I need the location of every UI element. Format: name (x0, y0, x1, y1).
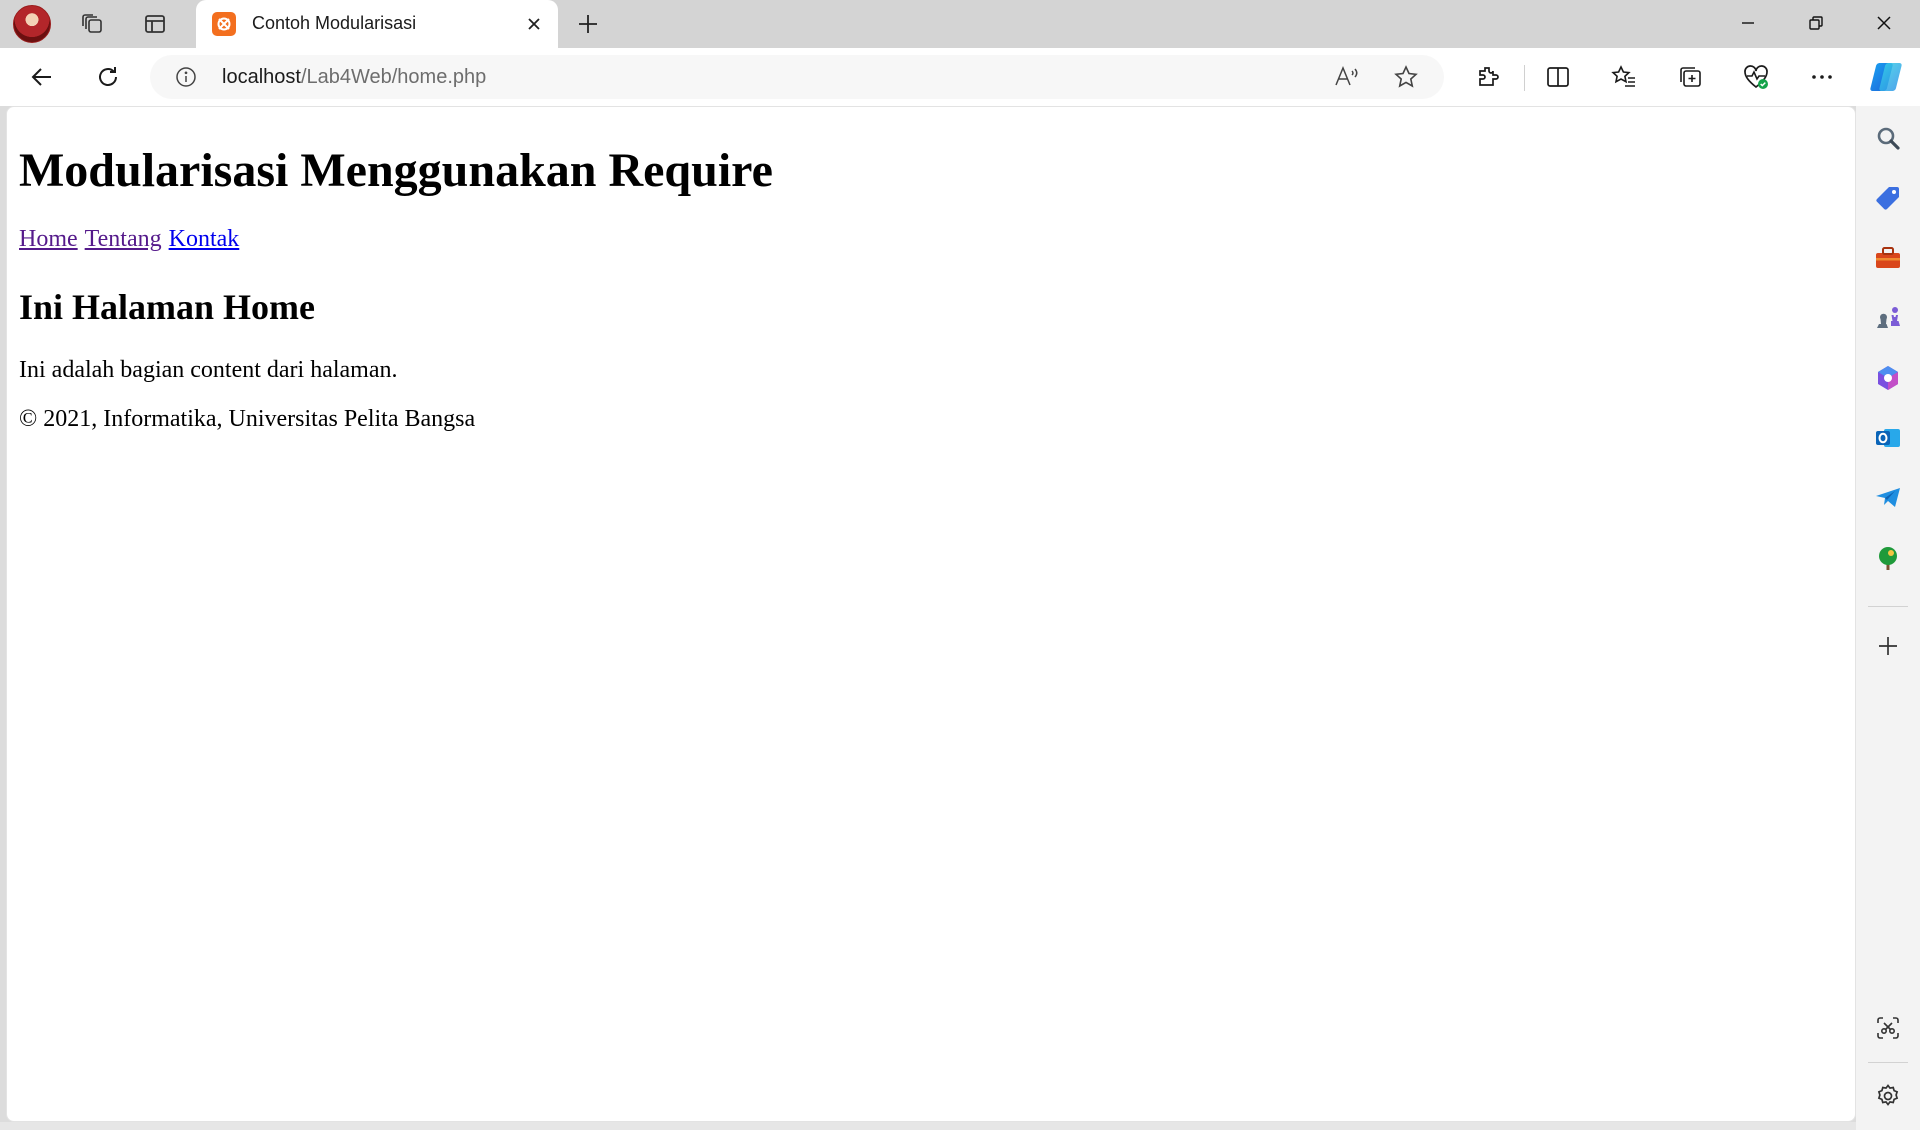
sidebar-microsoft-365-button[interactable] (1868, 358, 1908, 398)
page-body: Modularisasi Menggunakan Require Home Te… (7, 107, 1855, 433)
web-page-viewport: Modularisasi Menggunakan Require Home Te… (6, 106, 1856, 1122)
read-aloud-button[interactable] (1330, 61, 1362, 93)
tab-strip: Contoh Modularisasi (0, 0, 1920, 48)
sidebar-separator (1868, 1062, 1908, 1063)
tree-icon (1879, 547, 1897, 570)
sidebar-tools-button[interactable] (1868, 238, 1908, 278)
new-tab-button[interactable] (568, 4, 608, 44)
sidebar-separator (1868, 606, 1908, 607)
navigation-toolbar: localhost/Lab4Web/home.php (0, 48, 1920, 106)
nav-link-tentang[interactable]: Tentang (85, 226, 162, 252)
read-aloud-icon (1335, 66, 1358, 86)
xampp-icon (212, 12, 236, 36)
info-icon (176, 67, 196, 87)
close-window-button[interactable] (1850, 0, 1918, 46)
url-host: localhost (222, 66, 301, 88)
favorite-star-icon (1394, 65, 1418, 88)
active-tab[interactable]: Contoh Modularisasi (196, 0, 558, 48)
telegram-icon (1876, 488, 1900, 507)
back-icon (31, 68, 51, 86)
edge-sidebar (1856, 106, 1920, 1130)
copilot-button[interactable] (1866, 57, 1906, 97)
page-title: Modularisasi Menggunakan Require (19, 144, 773, 197)
refresh-button[interactable] (88, 57, 128, 97)
vertical-tabs-button[interactable] (135, 4, 175, 44)
workspaces-button[interactable] (72, 4, 112, 44)
add-favorite-button[interactable] (1390, 61, 1422, 93)
settings-icon (1877, 1084, 1899, 1106)
collections-button[interactable] (1670, 57, 1710, 97)
sidebar-outlook-button[interactable] (1868, 418, 1908, 458)
tools-icon (1876, 247, 1900, 268)
url-path: /Lab4Web/home.php (300, 66, 487, 88)
sidebar-screenshot-button[interactable] (1868, 1008, 1908, 1048)
restore-icon (1809, 16, 1823, 30)
content-paragraph: Ini adalah bagian content dari halaman. (19, 356, 398, 383)
minimize-icon (1742, 22, 1754, 24)
games-icon (1877, 307, 1900, 328)
nav-link-kontak[interactable]: Kontak (169, 226, 240, 252)
sidebar-tree-button[interactable] (1868, 538, 1908, 578)
address-bar[interactable]: localhost/Lab4Web/home.php (150, 55, 1444, 99)
split-screen-icon (1547, 67, 1569, 87)
search-icon (1877, 127, 1900, 150)
close-icon (1877, 16, 1891, 30)
screenshot-icon (1877, 1017, 1899, 1039)
restore-button[interactable] (1782, 0, 1850, 46)
site-nav: Home Tentang Kontak (19, 226, 1855, 253)
site-info-button[interactable] (174, 65, 198, 89)
extensions-button[interactable] (1468, 57, 1508, 97)
shopping-icon (1876, 187, 1899, 210)
sidebar-telegram-button[interactable] (1868, 478, 1908, 518)
favorites-button[interactable] (1604, 57, 1644, 97)
toolbar-separator (1524, 65, 1525, 91)
back-button[interactable] (22, 57, 62, 97)
profile-button[interactable] (12, 4, 52, 44)
sidebar-games-button[interactable] (1868, 298, 1908, 338)
sidebar-settings-button[interactable] (1868, 1076, 1908, 1116)
workspaces-icon (82, 14, 102, 33)
section-heading: Ini Halaman Home (19, 287, 316, 328)
avatar (13, 5, 51, 43)
copilot-icon (1870, 63, 1902, 91)
nav-link-home[interactable]: Home (19, 226, 78, 252)
sidebar-shopping-button[interactable] (1868, 178, 1908, 218)
split-screen-button[interactable] (1538, 57, 1578, 97)
extensions-icon (1479, 67, 1499, 86)
add-icon (1879, 637, 1897, 655)
collections-icon (1680, 67, 1701, 87)
url-text[interactable]: localhost/Lab4Web/home.php (222, 66, 486, 89)
tab-actions-icon (145, 15, 165, 33)
favorites-icon (1611, 65, 1635, 87)
sidebar-search-button[interactable] (1868, 118, 1908, 158)
more-icon (1812, 75, 1832, 79)
refresh-icon (99, 67, 117, 86)
tab-title: Contoh Modularisasi (252, 13, 417, 33)
microsoft-365-icon (1878, 366, 1898, 390)
sidebar-add-button[interactable] (1868, 626, 1908, 666)
browser-essentials-icon (1744, 65, 1768, 89)
close-tab-button[interactable] (522, 12, 546, 36)
close-icon (528, 18, 540, 30)
outlook-icon (1876, 429, 1900, 447)
plus-icon (579, 15, 597, 33)
footer-text: © 2021, Informatika, Universitas Pelita … (19, 405, 476, 432)
more-button[interactable] (1802, 57, 1842, 97)
window-bottom-edge (0, 1122, 1856, 1130)
minimize-button[interactable] (1714, 0, 1782, 46)
browser-essentials-button[interactable] (1736, 57, 1776, 97)
